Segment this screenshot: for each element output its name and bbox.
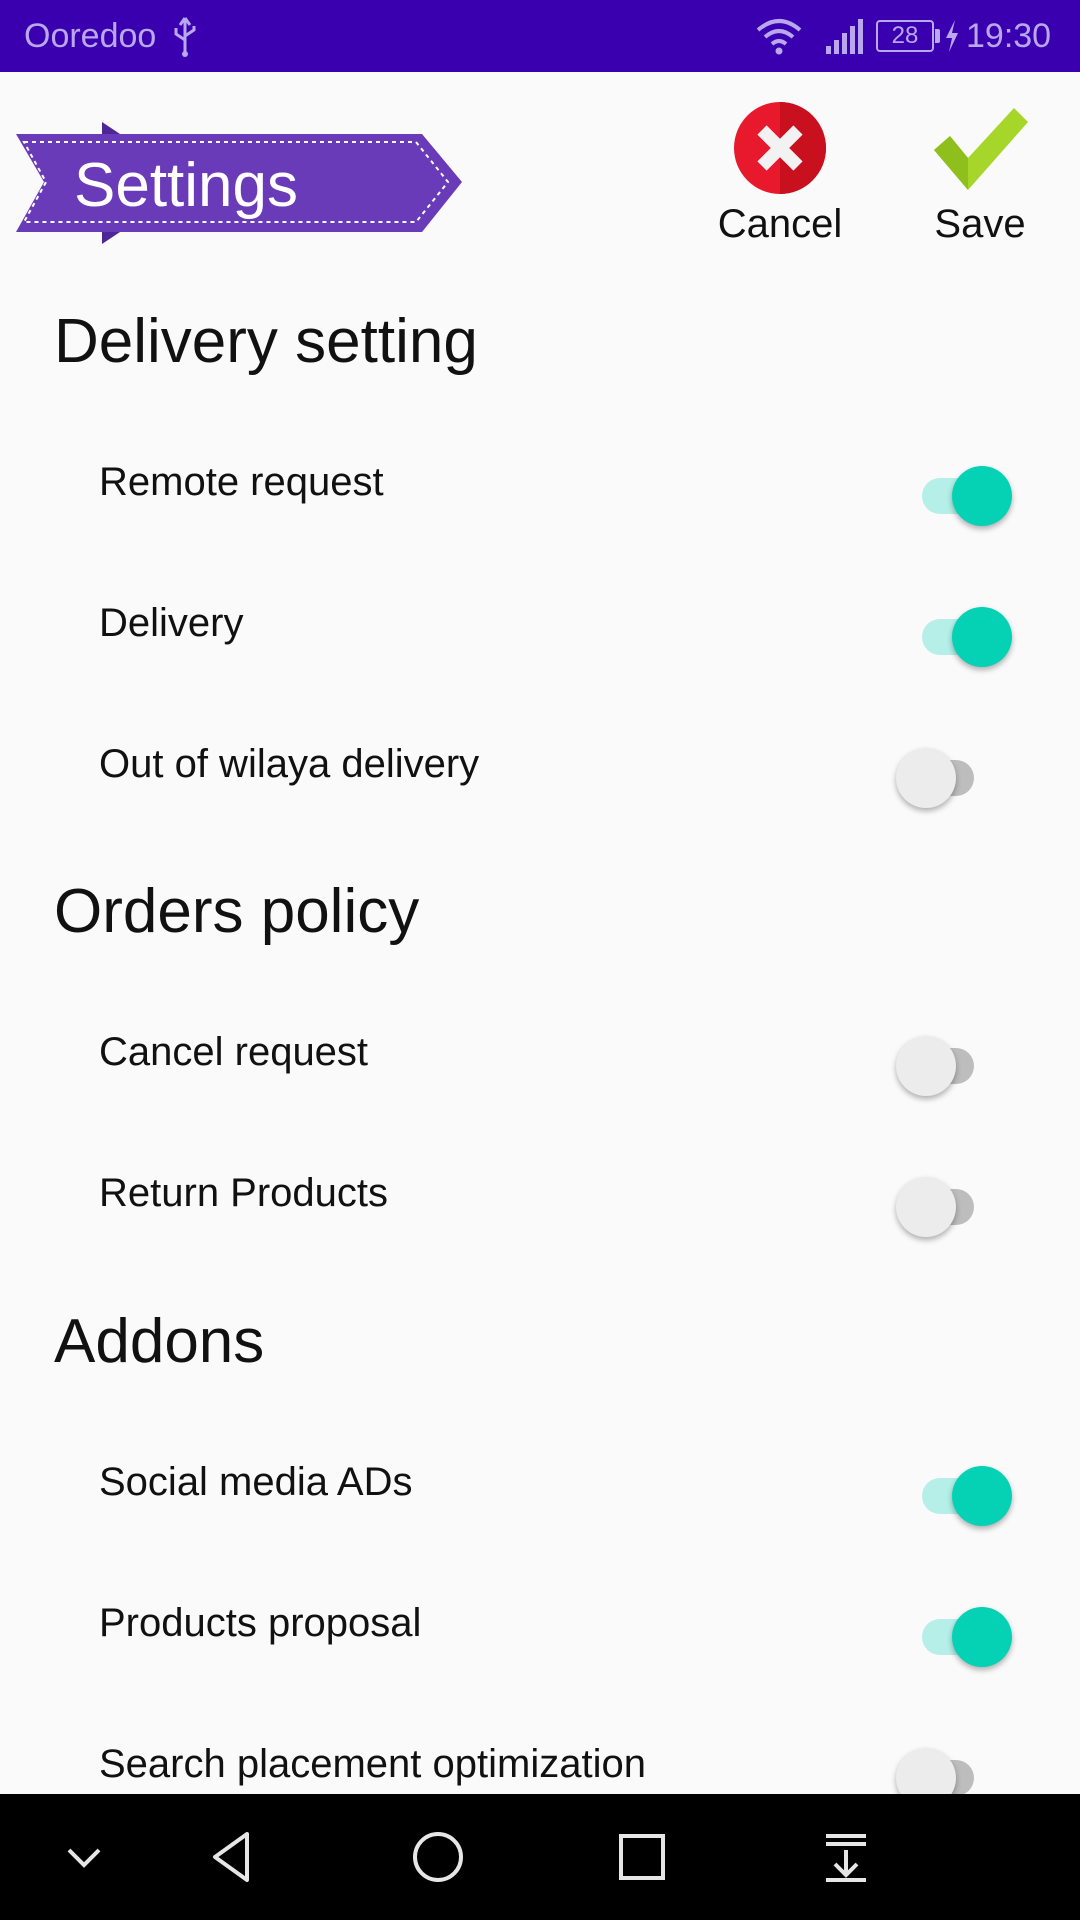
back-icon[interactable]	[201, 1824, 267, 1890]
setting-row-remote-request: Remote request	[0, 414, 1080, 554]
switch-thumb	[896, 1036, 956, 1096]
toggle-switch[interactable]	[896, 1030, 1016, 1096]
setting-label: Search placement optimization	[99, 1742, 646, 1786]
setting-label: Return Products	[99, 1171, 389, 1215]
cancel-label: Cancel	[717, 202, 843, 246]
carrier-name: Ooredoo	[24, 17, 157, 55]
setting-row-social-media-ads: Social media ADs	[0, 1414, 1080, 1554]
toggle-switch[interactable]	[896, 742, 1016, 808]
switch-thumb	[952, 466, 1012, 526]
clock: 19:30	[966, 17, 1052, 55]
setting-row-delivery: Delivery	[0, 555, 1080, 695]
switch-thumb	[952, 1466, 1012, 1526]
setting-label: Delivery	[99, 601, 244, 645]
toggle-switch[interactable]	[896, 1171, 1016, 1237]
checkmark-icon	[934, 108, 1028, 190]
switch-thumb	[896, 1177, 956, 1237]
switch-thumb	[896, 748, 956, 808]
usb-icon	[174, 17, 196, 57]
battery-terminal	[935, 29, 940, 43]
recents-icon[interactable]	[609, 1824, 675, 1890]
signal-icon	[826, 19, 863, 54]
battery-icon: 28	[876, 20, 934, 52]
toggle-switch[interactable]	[896, 1601, 1016, 1667]
setting-row-products-proposal: Products proposal	[0, 1555, 1080, 1695]
setting-row-return-products: Return Products	[0, 1125, 1080, 1265]
navigation-bar	[0, 1794, 1080, 1920]
status-bar: Ooredoo 28 19:30	[0, 0, 1080, 72]
save-button[interactable]: Save	[910, 100, 1050, 247]
toggle-switch[interactable]	[896, 601, 1016, 667]
setting-label: Products proposal	[99, 1601, 422, 1645]
switch-thumb	[952, 1607, 1012, 1667]
battery-level: 28	[891, 22, 919, 49]
setting-label: Cancel request	[99, 1030, 369, 1074]
setting-row-cancel-request: Cancel request	[0, 984, 1080, 1124]
setting-label: Remote request	[99, 460, 384, 504]
toggle-switch[interactable]	[896, 1460, 1016, 1526]
cancel-icon	[734, 102, 826, 194]
toggle-switch[interactable]	[896, 460, 1016, 526]
setting-label: Out of wilaya delivery	[99, 742, 480, 786]
notification-pull-icon[interactable]	[813, 1824, 879, 1890]
section-header-addons: Addons	[54, 1307, 265, 1376]
page-title: Settings	[74, 151, 299, 220]
section-header-delivery: Delivery setting	[54, 307, 478, 376]
setting-row-out-of-wilaya: Out of wilaya delivery	[0, 696, 1080, 836]
home-icon[interactable]	[405, 1824, 471, 1890]
collapse-icon[interactable]	[51, 1824, 117, 1890]
cancel-button[interactable]: Cancel	[700, 100, 860, 247]
setting-label: Social media ADs	[99, 1460, 413, 1504]
wifi-icon	[756, 19, 802, 55]
charging-icon	[946, 20, 958, 52]
save-label: Save	[934, 202, 1026, 246]
switch-thumb	[952, 607, 1012, 667]
section-header-orders-policy: Orders policy	[54, 877, 420, 946]
